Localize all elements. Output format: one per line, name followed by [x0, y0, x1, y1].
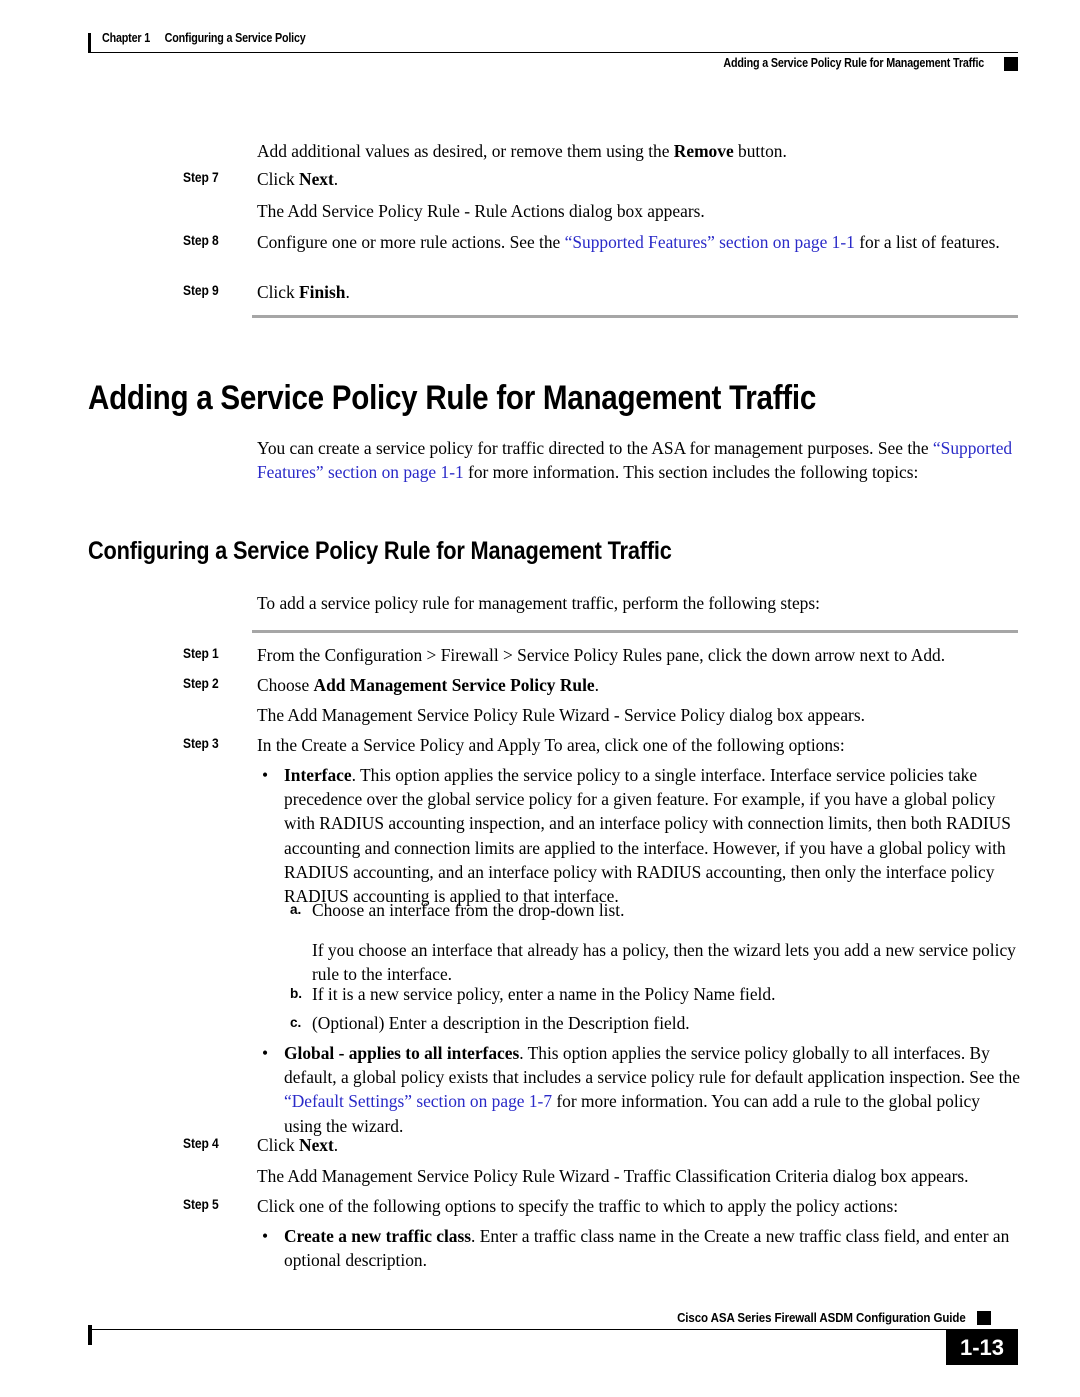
text-after: .	[345, 282, 350, 302]
page-footer: Cisco ASA Series Firewall ASDM Configura…	[88, 1310, 1018, 1380]
header-bottom-row: Adding a Service Policy Rule for Managem…	[88, 54, 1018, 78]
step-body-5: Click one of the following options to sp…	[257, 1196, 899, 1216]
text-after: for a list of features.	[854, 232, 1000, 252]
remove-button-name: Remove	[673, 141, 734, 161]
page-header: Chapter 1 Configuring a Service Policy Ad…	[88, 30, 1018, 71]
paragraph-heading2-intro: To add a service policy rule for managem…	[257, 593, 820, 613]
header-rule	[88, 52, 1018, 53]
paragraph-step2-result: The Add Management Service Policy Rule W…	[257, 705, 865, 725]
step-label-8: Step 8	[183, 233, 219, 248]
list-item-create-traffic-class-text: Create a new traffic class. Enter a traf…	[284, 1224, 1020, 1272]
list-item-b-text: If it is a new service policy, enter a n…	[312, 984, 776, 1004]
text-before: Add additional values as desired, or rem…	[257, 141, 674, 161]
text-after: for more information. This section inclu…	[463, 462, 919, 483]
step-body-7: Click Next.	[257, 167, 1020, 191]
section-divider-rule-1	[252, 315, 1018, 318]
footer-rule	[88, 1329, 1018, 1330]
step-label-9: Step 9	[183, 283, 219, 298]
step-body-8: Configure one or more rule actions. See …	[257, 230, 1020, 254]
alpha-marker-c: c.	[290, 1015, 302, 1030]
alpha-marker-b: b.	[290, 986, 303, 1001]
paragraph-sub-a-continuation: If you choose an interface that already …	[312, 940, 1016, 985]
list-item-interface-text: Interface. This option applies the servi…	[284, 763, 1020, 908]
footer-marker-square	[977, 1311, 991, 1325]
footer-change-bar	[88, 1325, 92, 1345]
bullet-icon: •	[262, 1043, 269, 1063]
header-chapter: Chapter 1 Configuring a Service Policy	[102, 31, 306, 45]
step-body-3: In the Create a Service Policy and Apply…	[257, 735, 845, 755]
text-before: Click	[257, 1135, 300, 1155]
option-name-create-new-traffic-class: Create a new traffic class	[284, 1226, 472, 1246]
header-chapter-title: Configuring a Service Policy	[164, 31, 306, 45]
text-body: . This option applies the service policy…	[284, 765, 1011, 907]
link-default-settings[interactable]: “Default Settings” section on page 1-7	[284, 1091, 552, 1111]
list-item-global-text: Global - applies to all interfaces. This…	[284, 1041, 1020, 1138]
header-change-bar	[88, 33, 91, 52]
text-after: .	[333, 169, 339, 189]
list-item-c-text: (Optional) Enter a description in the De…	[312, 1013, 690, 1033]
text-after: .	[594, 675, 599, 695]
list-item-a-text: Choose an interface from the drop-down l…	[312, 900, 625, 920]
step-body-4: Click Next.	[257, 1133, 1020, 1157]
text-before: Click	[257, 282, 300, 302]
header-marker-square	[1004, 57, 1018, 71]
step-label-1: Step 1	[183, 646, 219, 661]
header-section-title: Adding a Service Policy Rule for Managem…	[723, 56, 984, 70]
section-divider-rule-2	[252, 630, 1018, 633]
text-after: .	[333, 1135, 339, 1155]
paragraph-step4-result: The Add Management Service Policy Rule W…	[257, 1166, 969, 1186]
text-before: Choose	[257, 675, 314, 695]
menu-item-add-management-service-policy-rule: Add Management Service Policy Rule	[313, 675, 595, 695]
step-label-3: Step 3	[183, 736, 219, 751]
page-number-badge: 1-13	[946, 1330, 1018, 1365]
step-label-2: Step 2	[183, 676, 219, 691]
bullet-icon: •	[262, 765, 269, 785]
section-title: Configuring a Service Policy Rule for Ma…	[88, 537, 672, 565]
page-title: Adding a Service Policy Rule for Managem…	[88, 379, 817, 417]
text-before: Click	[257, 169, 300, 189]
finish-button-name: Finish	[299, 282, 346, 302]
header-chapter-number: Chapter 1	[102, 31, 151, 45]
next-button-name: Next	[299, 169, 334, 189]
paragraph-add-values: Add additional values as desired, or rem…	[257, 139, 1020, 163]
option-name-global: Global - applies to all interfaces	[284, 1043, 520, 1063]
option-name-interface: Interface	[284, 765, 352, 785]
paragraph-heading1-intro: You can create a service policy for traf…	[257, 436, 1020, 484]
alpha-marker-a: a.	[290, 902, 302, 917]
text-before: You can create a service policy for traf…	[257, 438, 933, 458]
step-body-9: Click Finish.	[257, 280, 1020, 304]
bullet-icon: •	[262, 1226, 269, 1246]
step-label-5: Step 5	[183, 1197, 219, 1212]
text-before: Configure one or more rule actions. See …	[257, 232, 565, 252]
step-label-7: Step 7	[183, 170, 219, 185]
step-body-2: Choose Add Management Service Policy Rul…	[257, 673, 1020, 697]
paragraph-step7-result: The Add Service Policy Rule - Rule Actio…	[257, 201, 705, 221]
header-top-row: Chapter 1 Configuring a Service Policy	[88, 30, 1018, 53]
step-body-1: From the Configuration > Firewall > Serv…	[257, 645, 946, 665]
footer-guide-title: Cisco ASA Series Firewall ASDM Configura…	[677, 1310, 966, 1325]
next-button-name: Next	[299, 1135, 334, 1155]
step-label-4: Step 4	[183, 1136, 219, 1151]
text-after: button.	[733, 141, 787, 161]
link-supported-features-1[interactable]: “Supported Features” section on page 1-1	[565, 232, 855, 252]
